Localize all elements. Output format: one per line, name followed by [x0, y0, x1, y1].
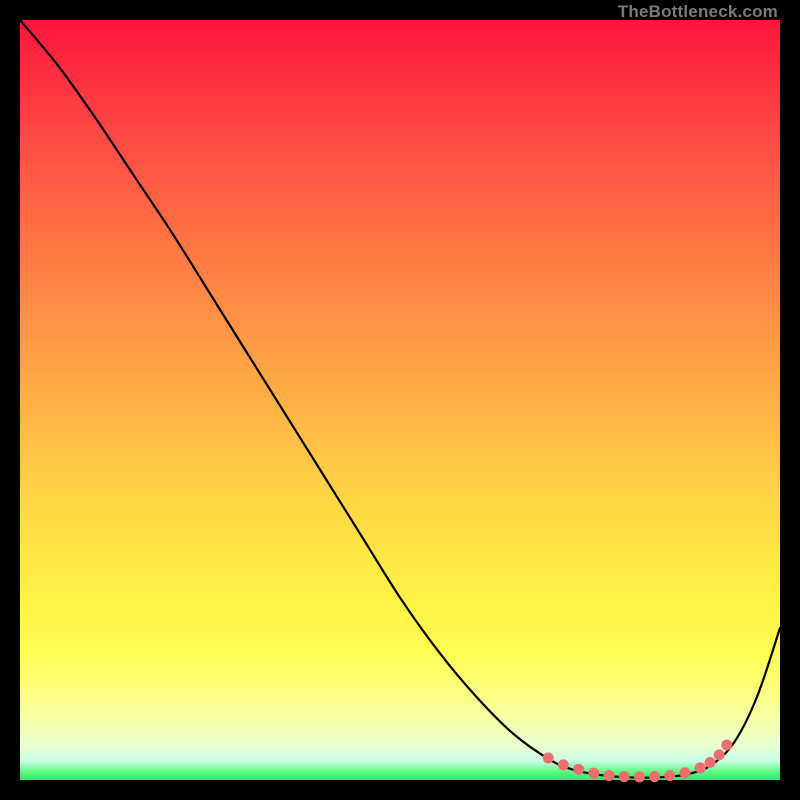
bottom-marker-dot — [634, 771, 645, 782]
bottom-marker-dot — [705, 757, 716, 768]
bottom-marker-dot — [721, 740, 732, 751]
chart-frame — [20, 20, 780, 780]
bottom-marker-dot — [714, 749, 725, 760]
watermark-text: TheBottleneck.com — [618, 2, 778, 22]
bottom-marker-dot — [558, 759, 569, 770]
bottleneck-curve — [20, 20, 780, 778]
bottom-marker-dot — [664, 770, 675, 781]
bottom-marker-dot — [695, 762, 706, 773]
bottom-marker-group — [543, 740, 733, 783]
bottom-marker-dot — [649, 771, 660, 782]
bottom-marker-dot — [619, 771, 630, 782]
bottom-marker-dot — [573, 764, 584, 775]
chart-svg — [20, 20, 780, 780]
bottom-marker-dot — [543, 752, 554, 763]
bottom-marker-dot — [604, 770, 615, 781]
bottom-marker-dot — [680, 767, 691, 778]
bottom-marker-dot — [588, 768, 599, 779]
